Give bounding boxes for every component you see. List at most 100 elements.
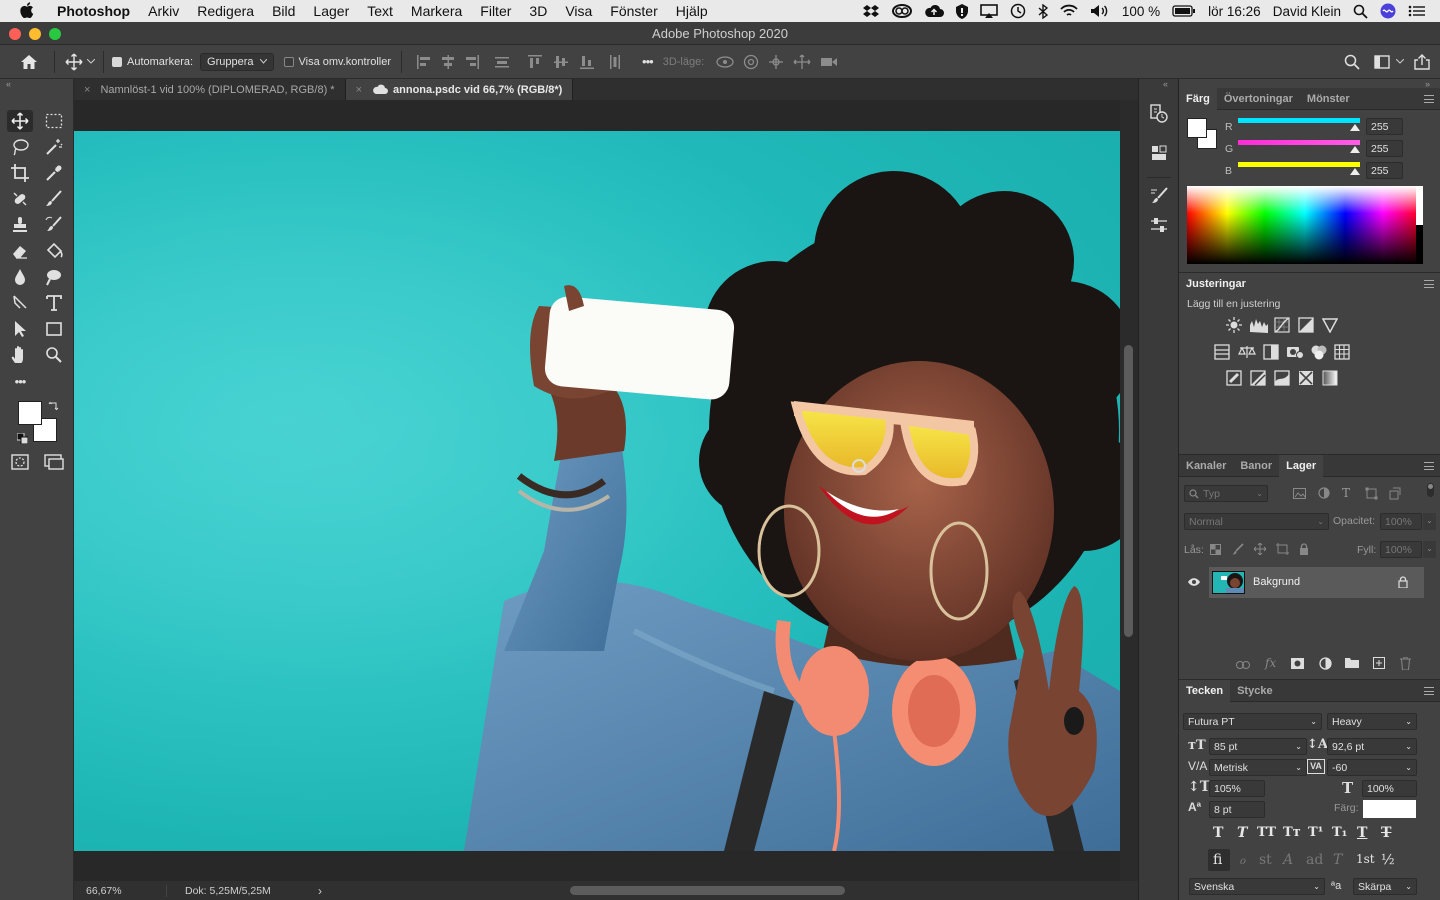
filter-shape-icon[interactable] [1365, 487, 1378, 503]
collapse-panels-icon[interactable]: « [1163, 79, 1168, 89]
selective-color-icon[interactable] [1298, 370, 1314, 389]
layer-lock-icon[interactable] [1398, 576, 1408, 591]
edit-toolbar-icon[interactable]: ••• [7, 370, 33, 392]
tracking-dropdown[interactable]: -60 ⌄ [1327, 759, 1417, 776]
align-bottom-icon[interactable] [580, 54, 595, 70]
new-adjustment-layer-icon[interactable] [1319, 657, 1332, 673]
panel-menu-icon[interactable] [1424, 95, 1434, 103]
ligatures-button[interactable]: fi [1213, 852, 1222, 868]
distribute-icon[interactable] [494, 55, 510, 69]
fractions-button[interactable]: ½ [1381, 852, 1395, 868]
lock-pixels-icon[interactable] [1232, 543, 1244, 558]
3d-slide-icon[interactable] [793, 54, 811, 70]
lasso-tool[interactable] [7, 136, 33, 158]
panel-menu-icon[interactable] [1424, 280, 1434, 288]
brightness-icon[interactable] [1226, 317, 1242, 336]
all-caps-button[interactable]: TT [1257, 825, 1276, 840]
eraser-tool[interactable] [7, 240, 33, 262]
tab-banor[interactable]: Banor [1233, 460, 1279, 472]
distribute-vertical-icon[interactable] [608, 54, 622, 70]
chevron-down-icon[interactable] [1396, 59, 1404, 64]
paint-bucket-tool[interactable] [41, 240, 67, 262]
autoselect-dropdown[interactable]: Gruppera [200, 52, 274, 71]
horizontal-scroll-thumb[interactable] [570, 886, 845, 895]
spectrum-bw-strip[interactable] [1416, 186, 1423, 264]
fill-input[interactable]: 100% [1380, 541, 1422, 558]
vertical-scale-input[interactable]: 105% [1209, 780, 1265, 797]
dodge-tool[interactable] [41, 266, 67, 288]
menu-fonster[interactable]: Fönster [601, 3, 666, 19]
clone-stamp-tool[interactable] [7, 214, 33, 236]
menu-3d[interactable]: 3D [520, 3, 556, 19]
magic-wand-tool[interactable] [41, 136, 67, 158]
layer-filter-dropdown[interactable]: Typ ⌄ [1184, 485, 1268, 502]
panel-menu-icon[interactable] [1424, 687, 1434, 695]
share-icon[interactable] [1414, 53, 1430, 70]
discretionary-ligatures-button[interactable]: ℴ [1239, 852, 1245, 868]
faux-bold-button[interactable]: T [1213, 825, 1223, 841]
close-tab-icon[interactable]: × [84, 84, 90, 96]
airplay-icon[interactable] [980, 4, 998, 18]
layer-name[interactable]: Bakgrund [1253, 576, 1300, 588]
antialias-dropdown[interactable]: Skärpa ⌄ [1353, 878, 1417, 895]
default-colors-icon[interactable] [16, 432, 29, 447]
font-size-input[interactable]: 85 pt ⌄ [1209, 738, 1307, 755]
zoom-window-button[interactable] [49, 28, 61, 40]
align-left-icon[interactable] [416, 54, 432, 69]
lock-transparent-icon[interactable] [1210, 544, 1221, 558]
b-slider-thumb[interactable] [1350, 168, 1360, 175]
move-tool[interactable] [7, 110, 33, 132]
pen-tool[interactable] [7, 292, 33, 314]
home-icon[interactable] [18, 54, 40, 70]
layer-visibility-eye-icon[interactable] [1187, 577, 1201, 590]
zoom-tool[interactable] [41, 344, 67, 366]
threshold-icon[interactable] [1274, 370, 1290, 389]
invert-icon[interactable] [1226, 370, 1242, 389]
r-input[interactable]: 255 [1366, 118, 1403, 135]
opacity-input[interactable]: 100% [1380, 513, 1422, 530]
menu-markera[interactable]: Markera [402, 3, 471, 19]
workspace-icon[interactable] [1374, 54, 1390, 69]
align-right-icon[interactable] [464, 54, 480, 69]
vibrance-icon[interactable] [1321, 317, 1339, 336]
menu-redigera[interactable]: Redigera [188, 3, 263, 19]
faux-italic-button[interactable]: T [1237, 825, 1247, 841]
titling-button[interactable]: T [1333, 852, 1342, 868]
exposure-icon[interactable] [1298, 317, 1314, 336]
siri-icon[interactable] [1380, 3, 1396, 19]
vertical-scroll-thumb[interactable] [1124, 345, 1133, 637]
crop-tool[interactable] [7, 162, 33, 184]
layer-row[interactable]: Bakgrund [1179, 567, 1440, 598]
menu-visa[interactable]: Visa [556, 3, 601, 19]
lock-artboard-icon[interactable] [1276, 543, 1289, 558]
menu-arkiv[interactable]: Arkiv [139, 3, 188, 19]
filter-pixel-icon[interactable] [1293, 488, 1306, 502]
hand-tool[interactable] [7, 344, 33, 366]
foreground-color-swatch[interactable] [18, 401, 42, 425]
vertical-scrollbar[interactable] [1120, 100, 1138, 881]
menu-filter[interactable]: Filter [471, 3, 520, 19]
menu-bild[interactable]: Bild [263, 3, 304, 19]
volume-icon[interactable] [1090, 4, 1110, 18]
history-panel-icon[interactable] [1150, 104, 1168, 127]
path-selection-tool[interactable] [7, 318, 33, 340]
cloud-upload-icon[interactable] [924, 4, 944, 18]
menubar-clock[interactable]: lör 16:26 [1208, 4, 1261, 19]
g-input[interactable]: 255 [1366, 140, 1403, 157]
chevron-down-icon[interactable] [87, 59, 95, 64]
delete-layer-icon[interactable] [1400, 656, 1411, 673]
show-transform-checkbox[interactable] [283, 56, 294, 67]
link-layers-icon[interactable] [1236, 660, 1250, 672]
3d-pan-icon[interactable] [768, 54, 784, 70]
levels-icon[interactable] [1249, 317, 1269, 336]
close-tab-icon[interactable]: × [356, 84, 362, 96]
hue-saturation-icon[interactable] [1214, 344, 1230, 363]
r-slider-thumb[interactable] [1350, 124, 1360, 131]
brush-tool[interactable] [41, 188, 67, 210]
3d-rotate-icon[interactable] [716, 55, 734, 69]
curves-icon[interactable] [1274, 317, 1290, 336]
tab-farg[interactable]: Färg [1179, 87, 1217, 110]
horizontal-scale-input[interactable]: 100% [1362, 780, 1417, 797]
tab-lager[interactable]: Lager [1279, 454, 1324, 477]
g-slider-thumb[interactable] [1350, 146, 1360, 153]
